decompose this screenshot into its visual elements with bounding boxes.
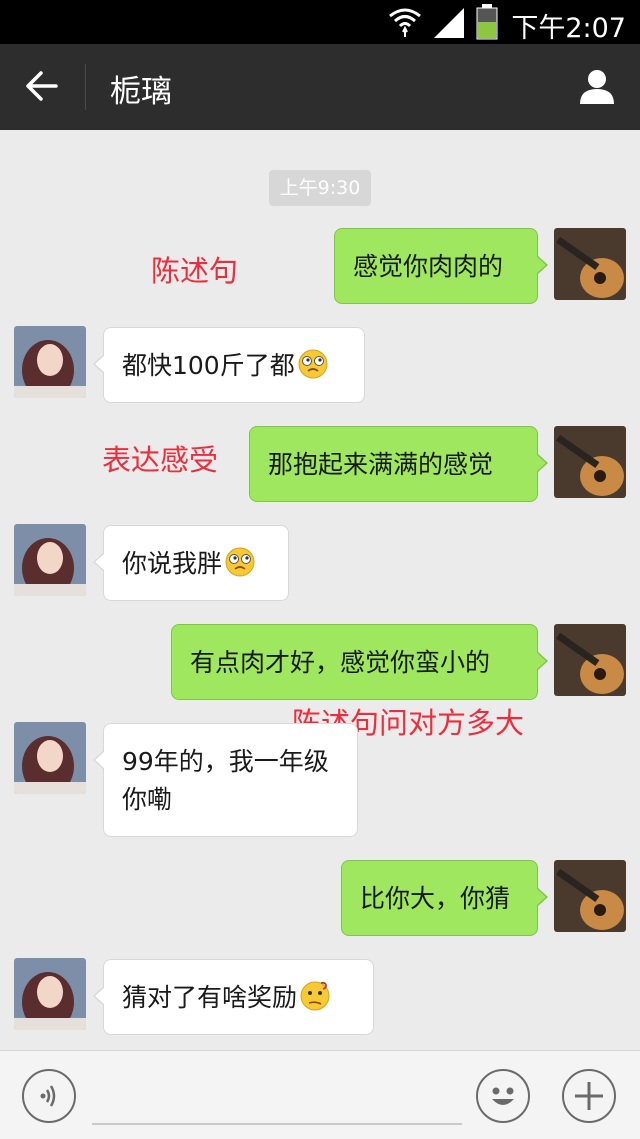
message-timestamp: 上午9:30 bbox=[269, 170, 371, 206]
puzzled-emoji bbox=[300, 981, 330, 1011]
annotation-label: 表达感受 bbox=[102, 443, 219, 477]
message-bubble-received[interactable]: 99年的，我一年级 你嘞 bbox=[93, 723, 358, 837]
message-bubble-received[interactable]: 你说我胖 bbox=[93, 525, 289, 601]
dazed-emoji bbox=[298, 349, 328, 379]
clock: 下午2:07 bbox=[511, 13, 626, 44]
annotation-label: 陈述句 bbox=[151, 254, 239, 288]
smiley-icon bbox=[492, 1087, 514, 1105]
message-bubble-sent[interactable]: 比你大，你猜 bbox=[341, 860, 548, 936]
emoji-button[interactable] bbox=[476, 1069, 530, 1123]
plus-icon bbox=[575, 1082, 603, 1110]
message-input[interactable] bbox=[92, 1123, 462, 1125]
message-text: 有点肉才好，感觉你蛮小的 bbox=[190, 648, 491, 677]
message-text: 感觉你肉肉的 bbox=[353, 252, 504, 281]
battery-icon bbox=[476, 4, 498, 40]
message-bubble-received[interactable]: 猜对了有啥奖励 bbox=[93, 959, 374, 1035]
voice-icon bbox=[40, 1085, 56, 1107]
contact-profile-icon[interactable] bbox=[578, 68, 616, 106]
wifi-icon bbox=[389, 8, 421, 37]
message-text: 那抱起来满满的感觉 bbox=[268, 450, 494, 479]
message-bubble-sent[interactable]: 那抱起来满满的感觉 bbox=[249, 426, 548, 502]
header-divider bbox=[85, 64, 86, 110]
back-arrow-icon[interactable] bbox=[24, 68, 60, 104]
signal-icon bbox=[434, 8, 464, 38]
more-options-button[interactable] bbox=[562, 1069, 616, 1123]
message-text: 比你大，你猜 bbox=[360, 884, 511, 913]
status-bar: 下午2:07 bbox=[0, 0, 640, 44]
my-avatar[interactable] bbox=[554, 426, 626, 498]
chat-header: 栀璃 bbox=[0, 44, 640, 130]
message-bubble-sent[interactable]: 感觉你肉肉的 bbox=[334, 228, 548, 304]
contact-avatar[interactable] bbox=[14, 722, 86, 794]
my-avatar[interactable] bbox=[554, 624, 626, 696]
message-text: 你说我胖 bbox=[122, 549, 223, 578]
message-bubble-received[interactable]: 都快100斤了都 bbox=[93, 327, 365, 403]
message-text-line: 你嘞 bbox=[122, 785, 173, 814]
contact-avatar[interactable] bbox=[14, 524, 86, 596]
message-text-line: 99年的，我一年级 bbox=[122, 747, 329, 776]
message-text: 猜对了有啥奖励 bbox=[122, 983, 298, 1012]
message-bubble-sent[interactable]: 有点肉才好，感觉你蛮小的 bbox=[171, 624, 548, 700]
voice-input-button[interactable] bbox=[22, 1069, 76, 1123]
input-bar bbox=[0, 1050, 640, 1139]
contact-avatar[interactable] bbox=[14, 326, 86, 398]
my-avatar[interactable] bbox=[554, 228, 626, 300]
contact-name: 栀璃 bbox=[110, 74, 172, 110]
message-text: 都快100斤了都 bbox=[122, 351, 295, 380]
contact-avatar[interactable] bbox=[14, 958, 86, 1030]
my-avatar[interactable] bbox=[554, 860, 626, 932]
dazed-emoji bbox=[225, 547, 255, 577]
